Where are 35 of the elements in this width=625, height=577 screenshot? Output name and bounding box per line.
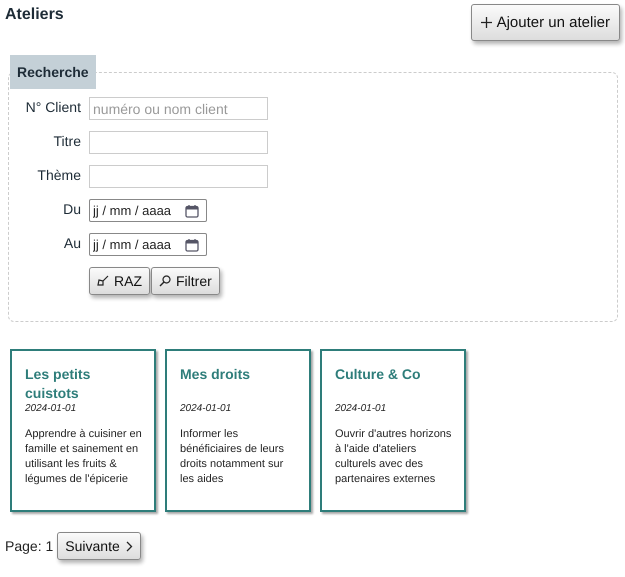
- plus-icon: [480, 17, 492, 28]
- workshop-card[interactable]: Culture & Co 2024-01-01 Ouvrir d'autres horizons à l'aide d'ateliers culturels avec des partenaires externes: [320, 349, 466, 512]
- chevron-icon: [124, 540, 133, 552]
- broom-icon: [97, 275, 109, 287]
- date-field[interactable]: jj / mm / aaaa: [89, 233, 207, 256]
- field-label: N° Client: [24, 98, 81, 115]
- card-description: Ouvrir d'autres horizons à l'aide d'ateliers culturels avec des partenaires externes: [335, 427, 452, 487]
- field-label: Thème: [36, 166, 81, 183]
- filter-button[interactable]: Filtrer: [151, 267, 220, 295]
- field-label: Au: [62, 234, 81, 251]
- page-label: Page: 1: [5, 538, 54, 554]
- field-label: Titre: [52, 132, 81, 149]
- calendar-icon[interactable]: [185, 238, 199, 252]
- calendar-icon[interactable]: [185, 204, 199, 218]
- card-title: Mes droits: [180, 365, 252, 384]
- workshop-card[interactable]: Les petits cuistots 2024-01-01 Apprendre à cuisiner en famille et sainement en utilisant les fruits & légumes de l'épicerie: [10, 349, 156, 512]
- reset-button[interactable]: RAZ: [89, 267, 150, 295]
- card-title: Les petits cuistots: [25, 365, 92, 403]
- card-description: Informer les bénéficiaires de leurs droits notamment sur les aides: [180, 427, 285, 487]
- card-date: 2024-01-01: [25, 403, 78, 414]
- input-field[interactable]: [89, 131, 268, 154]
- card-date: 2024-01-01: [335, 403, 388, 414]
- panel-legend: Recherche: [10, 55, 96, 89]
- next-button[interactable]: Suivante: [57, 532, 141, 560]
- card-description: Apprendre à cuisiner en famille et sainement en utilisant les fruits & légumes de l'épicerie: [25, 427, 142, 487]
- page-title: Ateliers: [5, 6, 64, 24]
- input-field[interactable]: numéro ou nom client: [89, 97, 268, 120]
- add-workshop-button[interactable]: Ajouter un atelier: [470, 4, 620, 41]
- search-icon: [159, 275, 171, 287]
- card-date: 2024-01-01: [180, 403, 232, 414]
- card-title: Culture & Co: [335, 365, 422, 384]
- workshop-card[interactable]: Mes droits 2024-01-01 Informer les bénéficiaires de leurs droits notamment sur les aides: [165, 349, 311, 512]
- input-field[interactable]: [89, 165, 268, 188]
- field-label: Du: [62, 200, 81, 217]
- date-field[interactable]: jj / mm / aaaa: [89, 199, 207, 222]
